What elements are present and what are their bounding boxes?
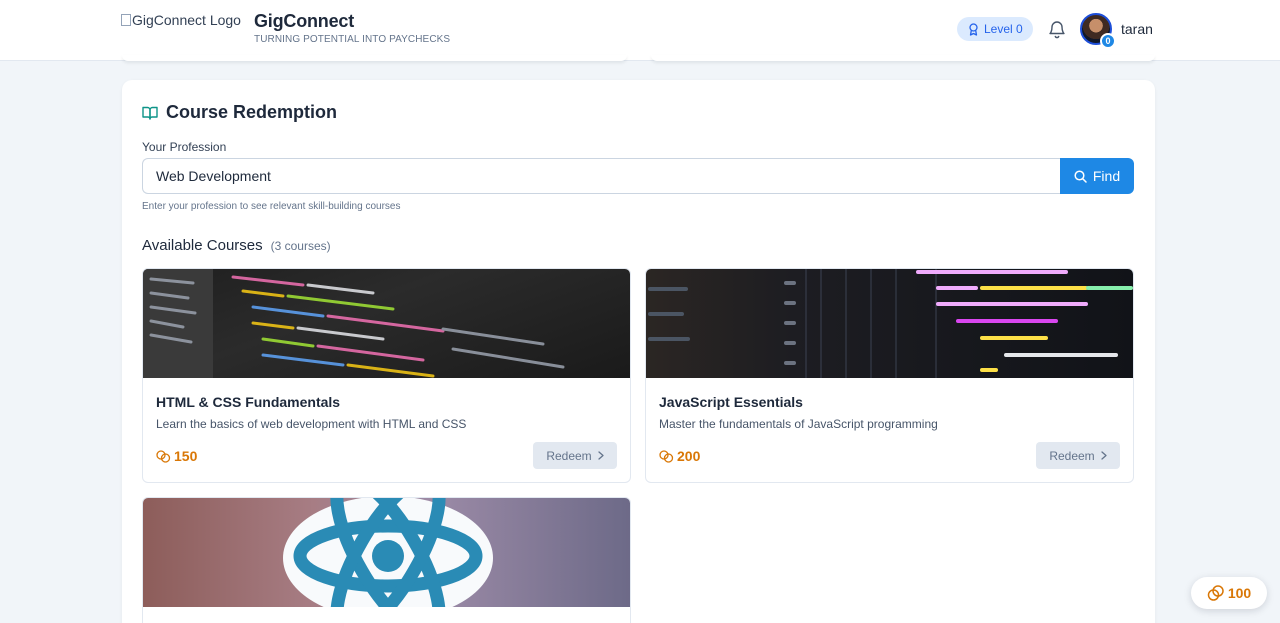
book-open-icon xyxy=(142,106,158,120)
course-card[interactable] xyxy=(142,497,631,623)
chevron-right-icon xyxy=(598,451,604,460)
top-card-remnant-left xyxy=(122,55,627,61)
user-avatar-button[interactable]: 0 xyxy=(1080,13,1116,49)
course-title: JavaScript Essentials xyxy=(659,394,803,410)
available-courses-title: Available Courses xyxy=(142,237,263,254)
redeem-button[interactable]: Redeem xyxy=(1036,442,1120,469)
course-description: Learn the basics of web development with… xyxy=(156,417,467,431)
course-card[interactable]: JavaScript Essentials Master the fundame… xyxy=(645,268,1134,483)
award-icon xyxy=(969,22,978,36)
section-title: Course Redemption xyxy=(142,102,337,123)
level-label: Level 0 xyxy=(984,22,1023,36)
level-badge[interactable]: Level 0 xyxy=(957,17,1033,41)
course-description: Master the fundamentals of JavaScript pr… xyxy=(659,417,938,431)
redeem-label: Redeem xyxy=(1049,448,1095,463)
course-cost: 150 xyxy=(156,448,197,464)
course-cost: 200 xyxy=(659,448,700,464)
find-label: Find xyxy=(1092,168,1121,184)
top-card-remnant-right xyxy=(651,55,1155,61)
course-cost-value: 150 xyxy=(174,448,198,464)
profession-hint: Enter your profession to see relevant sk… xyxy=(142,201,401,212)
bell-icon[interactable] xyxy=(1048,19,1066,39)
profession-input[interactable] xyxy=(142,158,1061,194)
brand-name: GigConnect xyxy=(254,11,354,31)
course-title: HTML & CSS Fundamentals xyxy=(156,394,341,410)
coins-icon xyxy=(156,449,171,463)
coins-icon xyxy=(1207,585,1224,601)
points-balance-button[interactable]: 100 xyxy=(1191,577,1267,609)
brand[interactable]: GigConnect TURNING POTENTIAL INTO PAYCHE… xyxy=(254,11,450,45)
avatar-badge: 0 xyxy=(1100,33,1116,49)
redeem-label: Redeem xyxy=(546,448,592,463)
course-card[interactable]: HTML & CSS Fundamentals Learn the basics… xyxy=(142,268,631,483)
course-cost-value: 200 xyxy=(677,448,701,464)
profession-label: Your Profession xyxy=(142,140,227,154)
available-courses-heading: Available Courses (3 courses) xyxy=(142,237,331,254)
username[interactable]: taran xyxy=(1121,21,1153,37)
logo-alt-text: GigConnect Logo xyxy=(132,12,241,28)
search-icon xyxy=(1074,169,1087,183)
react-logo-image xyxy=(283,498,493,607)
logo-image[interactable]: GigConnect Logo xyxy=(121,12,241,28)
section-title-text: Course Redemption xyxy=(166,102,338,122)
top-header: GigConnect Logo GigConnect TURNING POTEN… xyxy=(0,0,1280,61)
chevron-right-icon xyxy=(1101,451,1107,460)
coins-icon xyxy=(659,449,674,463)
course-redemption-card: Course Redemption Your Profession Find E… xyxy=(122,80,1155,623)
brand-tagline: TURNING POTENTIAL INTO PAYCHECKS xyxy=(254,34,451,45)
points-balance-value: 100 xyxy=(1227,585,1252,601)
code-screen-image xyxy=(143,269,565,378)
code-screen-image xyxy=(648,269,1133,378)
redeem-button[interactable]: Redeem xyxy=(533,442,617,469)
available-courses-count: (3 courses) xyxy=(270,239,331,253)
course-thumbnail-javascript xyxy=(646,269,1133,378)
course-thumbnail-react xyxy=(143,498,630,607)
find-button[interactable]: Find xyxy=(1060,158,1134,194)
broken-image-icon xyxy=(121,14,131,26)
course-thumbnail-html-css xyxy=(143,269,630,378)
